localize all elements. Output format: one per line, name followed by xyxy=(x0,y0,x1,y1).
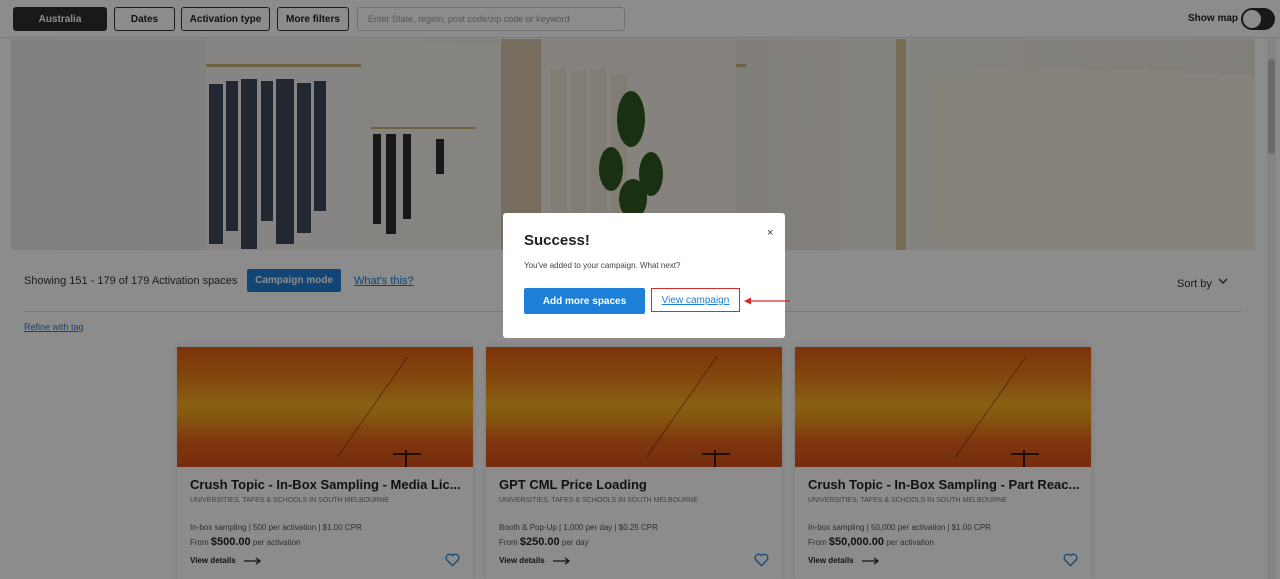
add-more-spaces-button[interactable]: Add more spaces xyxy=(524,288,645,314)
modal-message: You've added to your campaign. What next… xyxy=(524,261,681,270)
success-modal: × Success! You've added to your campaign… xyxy=(503,213,785,338)
close-icon[interactable]: × xyxy=(767,227,773,239)
modal-title: Success! xyxy=(524,232,590,249)
view-campaign-highlight: View campaign xyxy=(651,288,740,312)
view-campaign-link[interactable]: View campaign xyxy=(662,295,730,306)
annotation-arrow-icon xyxy=(744,293,790,311)
